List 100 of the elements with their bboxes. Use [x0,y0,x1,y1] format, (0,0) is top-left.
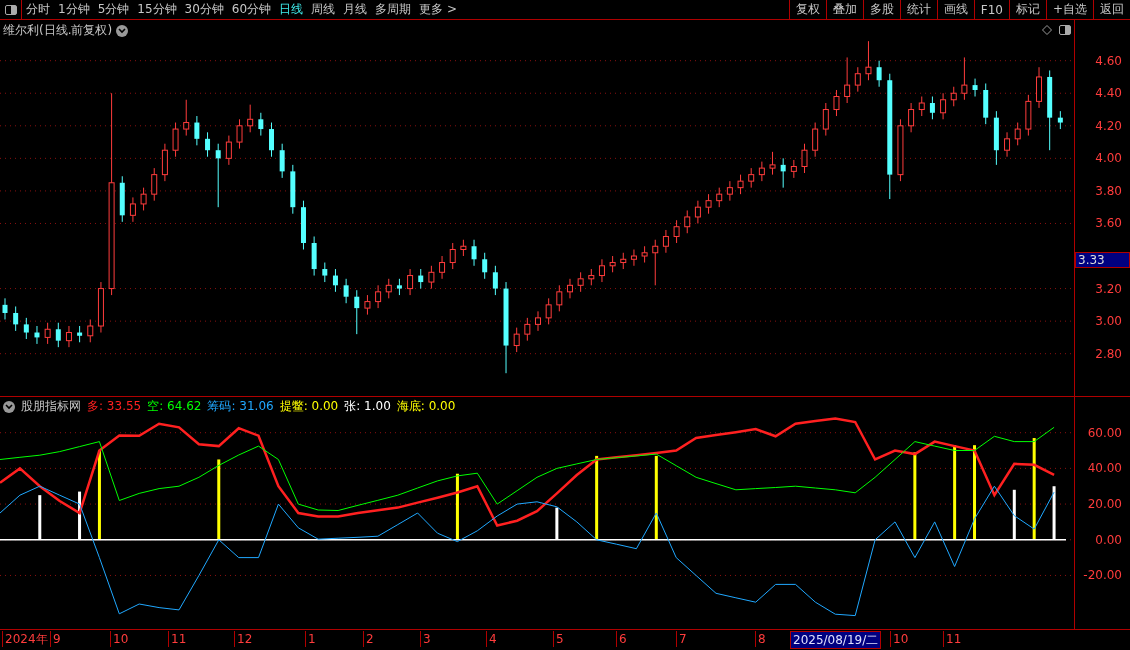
candlestick [854,66,861,93]
candlestick [439,255,446,280]
candlestick [258,112,264,137]
period-tab[interactable]: 月线 [339,0,372,19]
legend-item: 张: 1.00 [344,398,391,415]
time-axis-label: 6 [616,631,629,647]
axis-label: 3.60 [1095,216,1122,231]
period-tab[interactable]: 日线 [275,0,308,19]
toolbar-button[interactable]: +自选 [1045,0,1093,19]
toolbar-button[interactable]: 画线 [936,0,974,19]
candlestick [269,122,274,158]
candlestick [205,131,211,158]
indicator-name: 股朋指标网 [21,398,81,415]
axis-label: 20.00 [1087,497,1122,512]
candlestick [87,319,94,343]
legend-item: 提鳖: 0.00 [279,398,339,415]
dropdown-icon[interactable] [116,24,129,37]
axis-label: 40.00 [1087,461,1122,476]
axis-label: 4.40 [1095,86,1122,101]
candlestick [929,96,935,120]
candlestick [705,193,712,215]
candlestick [844,56,851,104]
axis-label: 0.00 [1095,532,1122,547]
period-tab[interactable]: 更多 > [415,0,461,19]
axis-label: -20.00 [1083,568,1122,583]
candlestick [343,278,349,304]
candlestick [418,268,424,290]
candlestick [129,196,136,223]
time-axis-label: 11 [943,631,964,647]
dropdown-icon[interactable] [3,400,15,413]
candlestick [1014,122,1021,146]
candlestick [801,143,808,174]
legend-item: 多: 33.55 [87,398,142,415]
candlestick [183,99,190,137]
time-axis-label: 4 [486,631,499,647]
candlestick [833,89,840,117]
candlestick [908,102,915,133]
candlestick [471,239,477,267]
candlestick [684,209,691,234]
period-tab[interactable]: 15分钟 [133,0,181,19]
legend-item: 筹码: 31.06 [207,398,274,415]
candlestick [13,305,19,332]
candlestick [44,322,51,345]
candlestick [972,78,978,97]
candlestick [630,249,637,267]
current-price-label: 3.33 [1075,252,1130,268]
toolbar-button[interactable]: 复权 [788,0,826,19]
candlestick [726,180,733,202]
candlestick [758,161,765,182]
candlestick [332,268,338,293]
candlestick [748,167,755,189]
candlestick [279,143,285,179]
signal-bar [1012,489,1016,540]
candlestick [172,122,179,158]
candlestick [737,174,744,195]
candlestick [55,322,61,348]
candlestick [673,219,680,244]
toolbar-button[interactable]: 叠加 [825,0,863,19]
period-tab[interactable]: 分时 [22,0,54,19]
candlestick [322,262,328,283]
toolbar-button[interactable]: F10 [973,0,1009,19]
axis-label: 2.80 [1095,346,1122,361]
candlestick [876,60,882,88]
candlestick [577,271,584,293]
candlestick [822,102,829,137]
candlestick [865,40,872,81]
toolbar-button[interactable]: 统计 [899,0,937,19]
legend-item: 空: 64.62 [147,398,202,415]
time-axis-label: 2025/08/19/二 [790,631,882,649]
candlestick [407,268,414,296]
candlestick [513,327,520,353]
period-tab[interactable]: 周线 [307,0,340,19]
candlestick [2,297,8,320]
candlestick [566,278,573,299]
candlestick [194,115,200,146]
toolbar-button[interactable]: 返回 [1093,0,1130,19]
period-tab[interactable]: 1分钟 [54,0,94,19]
candlestick [652,239,659,286]
candlestick [598,258,605,283]
signal-bar [78,491,82,540]
axis-label: 3.80 [1095,183,1122,198]
candlestick [215,143,221,208]
candlestick [535,310,541,332]
signal-bar [455,473,459,540]
time-axis-label: 8 [755,631,768,647]
panel-toggle-icon[interactable] [1058,23,1072,37]
period-tab[interactable]: 多周期 [371,0,416,19]
candlestick [662,229,669,254]
candlestick [428,265,435,290]
period-tab[interactable]: 5分钟 [93,0,134,19]
candlestick [769,151,776,176]
period-tab[interactable]: 30分钟 [180,0,228,19]
candlestick [918,96,925,117]
toolbar-button[interactable]: 多股 [862,0,900,19]
period-tab[interactable]: 60分钟 [227,0,276,19]
candlestick [354,289,360,335]
axis-label: 3.00 [1095,314,1122,329]
toolbar-button[interactable]: 标记 [1008,0,1046,19]
candlestick [950,86,957,107]
candlestick [375,284,382,309]
